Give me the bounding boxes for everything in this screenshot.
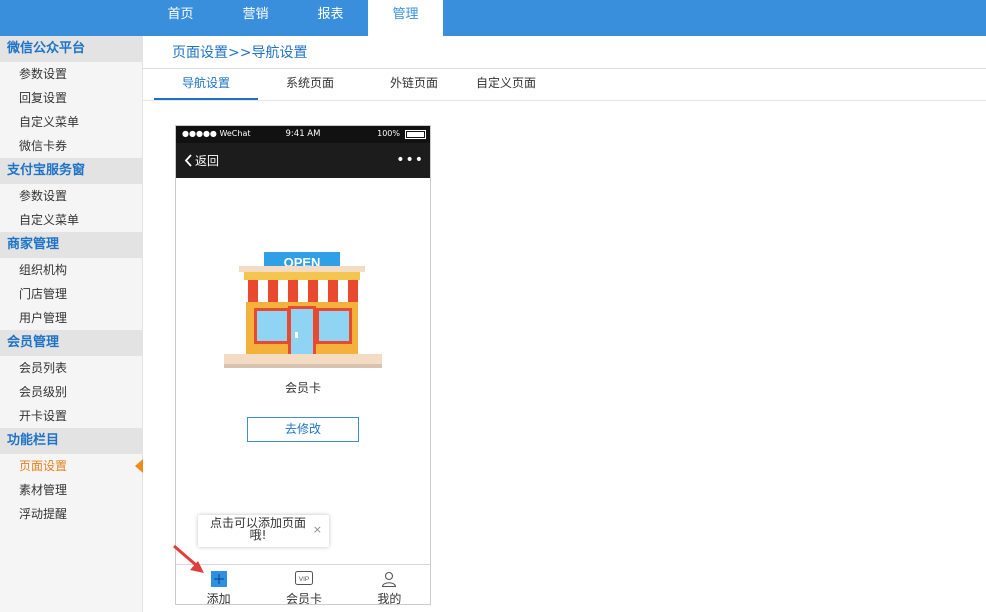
tab-external-pages[interactable]: 外链页面	[362, 69, 466, 100]
divider	[143, 100, 986, 101]
tab-custom-pages[interactable]: 自定义页面	[466, 69, 546, 100]
sidebar-item-alipay-params[interactable]: 参数设置	[0, 184, 142, 208]
sidebar-item-page-settings[interactable]: 页面设置	[0, 454, 143, 478]
phone-tab-bar: 添加 VIP 会员卡 我的	[176, 564, 430, 605]
sidebar-item-floating-reminder[interactable]: 浮动提醒	[0, 502, 142, 526]
sidebar-item-alipay-custom-menu[interactable]: 自定义菜单	[0, 208, 142, 232]
sidebar-item-card-settings[interactable]: 开卡设置	[0, 404, 142, 428]
battery-percent: 100%	[377, 129, 400, 138]
vip-card-icon: VIP	[294, 571, 313, 585]
top-nav: 首页 营销 报表 管理	[143, 0, 443, 36]
tabbar-label-mine: 我的	[377, 592, 402, 605]
store-illustration: OPEN	[224, 252, 382, 368]
breadcrumb: 页面设置>>导航设置	[172, 45, 308, 61]
pointer-arrow-icon	[173, 544, 204, 573]
sub-tabs: 导航设置 系统页面 外链页面 自定义页面	[154, 69, 546, 100]
sidebar-item-materials[interactable]: 素材管理	[0, 478, 142, 502]
phone-status-bar: ●●●●● WeChat 9:41 AM 100%	[176, 126, 430, 143]
tooltip-text: 点击可以添加页面哦!	[209, 516, 306, 542]
sidebar-item-wechat-params[interactable]: 参数设置	[0, 62, 142, 86]
top-tab-home[interactable]: 首页	[143, 0, 218, 36]
sidebar-item-users[interactable]: 用户管理	[0, 306, 142, 330]
tabbar-item-vip-card[interactable]: VIP 会员卡	[261, 565, 346, 604]
add-page-tooltip: 点击可以添加页面哦! ×	[198, 515, 329, 547]
user-icon	[382, 571, 397, 587]
sidebar-group-features[interactable]: 功能栏目	[0, 428, 142, 454]
more-icon[interactable]: •••	[396, 153, 424, 167]
back-label: 返回	[195, 154, 220, 168]
sidebar-group-merchant[interactable]: 商家管理	[0, 232, 142, 258]
top-tab-reports[interactable]: 报表	[293, 0, 368, 36]
tabbar-label-vip-card: 会员卡	[285, 592, 322, 605]
sidebar-item-reply-settings[interactable]: 回复设置	[0, 86, 142, 110]
tab-system-pages[interactable]: 系统页面	[258, 69, 362, 100]
sidebar-group-wechat[interactable]: 微信公众平台	[0, 36, 142, 62]
sidebar-item-member-list[interactable]: 会员列表	[0, 356, 142, 380]
tabbar-item-mine[interactable]: 我的	[347, 565, 430, 605]
sidebar-item-wechat-custom-menu[interactable]: 自定义菜单	[0, 110, 142, 134]
sidebar: 微信公众平台 参数设置 回复设置 自定义菜单 微信卡券 支付宝服务窗 参数设置 …	[0, 36, 143, 612]
tab-nav-settings[interactable]: 导航设置	[154, 69, 258, 100]
sidebar-item-stores[interactable]: 门店管理	[0, 282, 142, 306]
sidebar-group-members[interactable]: 会员管理	[0, 330, 142, 356]
phone-preview: ●●●●● WeChat 9:41 AM 100% 返回 ••• OPEN 会员…	[175, 125, 431, 605]
close-icon[interactable]: ×	[313, 523, 322, 536]
sidebar-item-wechat-coupons[interactable]: 微信卡券	[0, 134, 142, 158]
top-tab-marketing[interactable]: 营销	[218, 0, 293, 36]
edit-button[interactable]: 去修改	[247, 417, 359, 442]
sidebar-group-alipay[interactable]: 支付宝服务窗	[0, 158, 142, 184]
sidebar-item-member-levels[interactable]: 会员级别	[0, 380, 142, 404]
battery-icon	[405, 130, 426, 139]
wechat-header: 返回 •••	[176, 143, 430, 178]
tabbar-label-add: 添加	[206, 592, 231, 605]
top-tab-manage[interactable]: 管理	[368, 0, 443, 36]
back-button[interactable]: 返回	[184, 152, 219, 169]
chevron-left-icon	[184, 154, 192, 167]
store-label: 会员卡	[284, 381, 321, 395]
sidebar-item-organization[interactable]: 组织机构	[0, 258, 142, 282]
svg-text:VIP: VIP	[299, 576, 309, 583]
add-icon	[210, 571, 227, 587]
